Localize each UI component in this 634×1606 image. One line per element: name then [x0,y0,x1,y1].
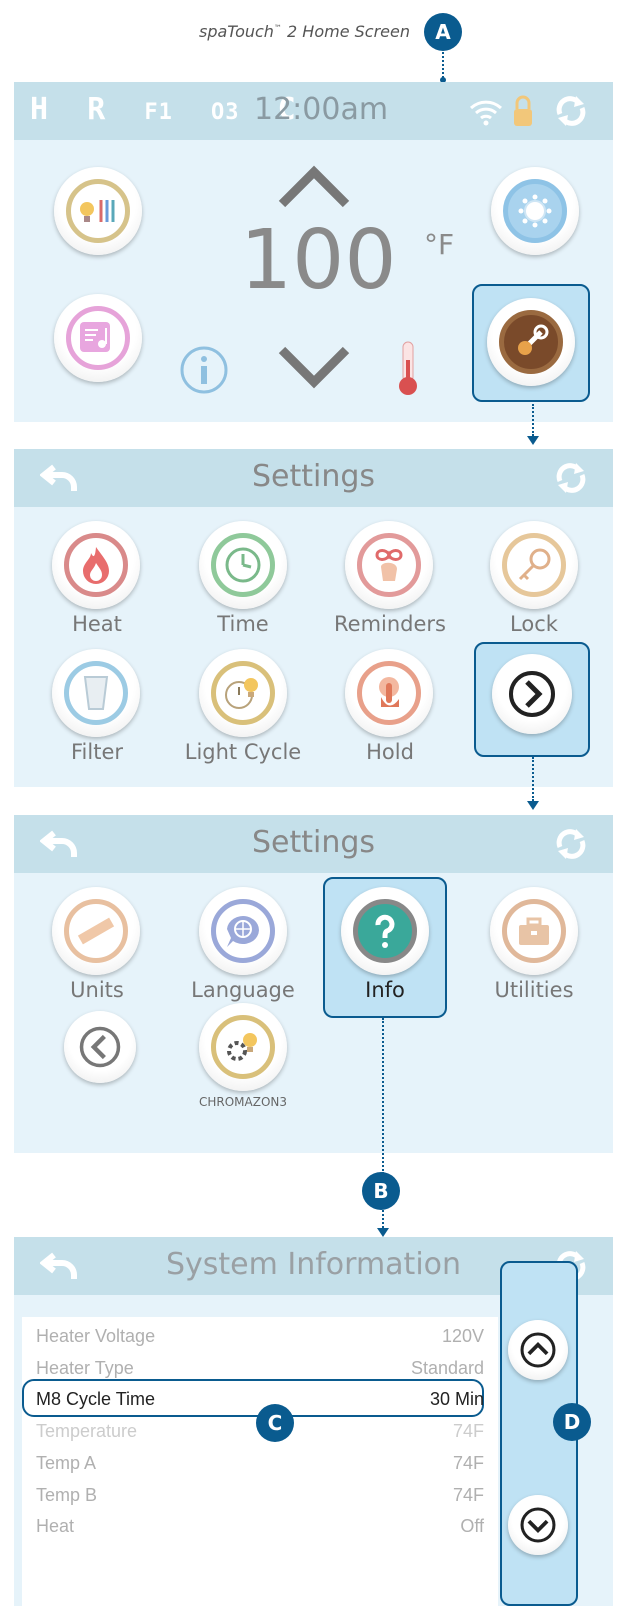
marker-a: A [424,13,462,51]
chevron-right-icon [509,671,555,717]
refresh-icon[interactable] [554,829,588,859]
flame-icon [83,547,109,584]
lock-label: Lock [510,612,558,636]
hold-button[interactable] [345,649,433,737]
refresh-icon[interactable] [554,463,588,493]
utilities-label: Utilities [494,978,574,1002]
light-cycle-label: Light Cycle [184,740,302,764]
thermometer-icon [399,341,417,395]
temp-down-button[interactable] [276,344,352,390]
list-item-selected: M8 Cycle Time 30 Min [36,1389,484,1409]
temp-up-button[interactable] [276,164,352,210]
clock-icon [225,547,261,583]
clock-time: 12:00am [254,92,389,127]
marker-c: C [256,1404,294,1442]
list-item: Heater Voltage 120V [36,1326,484,1346]
globe-icon [227,916,259,947]
marker-d: D [553,1403,591,1441]
connector-1-arrow [527,436,539,445]
filter-icon [83,676,109,710]
music-button[interactable] [54,294,142,382]
temperature-unit: °F [424,228,455,261]
filter-label: Filter [70,740,123,764]
list-item: Heat Off [36,1516,484,1536]
system-info-screen: System Information Heater Voltage 120V He… [14,1237,613,1606]
hold-icon [379,677,399,707]
chevron-up-icon [520,1332,556,1368]
temperature-display: 100 [240,213,397,308]
connector-4 [382,1210,384,1228]
time-button[interactable] [199,521,287,609]
jets-button[interactable] [491,167,579,255]
heat-button[interactable] [52,521,140,609]
utilities-button[interactable] [490,887,578,975]
lights-button[interactable] [54,167,142,255]
list-item: Temp A 74F [36,1453,484,1473]
lock-button[interactable] [490,521,578,609]
light-cycle-button[interactable] [199,649,287,737]
refresh-icon[interactable] [554,96,588,126]
connector-2 [532,757,534,801]
marker-b: B [362,1172,400,1210]
lock-icon[interactable] [512,94,534,128]
settings-2-title: Settings [251,825,376,860]
settings-button[interactable] [487,298,575,386]
info-button[interactable] [341,887,429,975]
key-icon [518,548,551,581]
filter-button[interactable] [52,649,140,737]
chevron-down-icon [520,1507,556,1543]
reminders-button[interactable] [345,521,433,609]
hold-label: Hold [366,740,414,764]
reminders-label: Reminders [334,612,446,636]
info-label: Info [365,978,405,1002]
language-label: Language [191,978,295,1002]
settings-1-title: Settings [251,459,376,494]
chromazone-icon [227,1033,257,1061]
heat-label: Heat [72,612,122,636]
lights-icon [80,200,115,222]
light-cycle-icon [225,678,258,709]
figure-caption: spaTouch™ 2 Home Screen [198,22,410,41]
units-label: Units [70,978,124,1002]
music-icon [80,322,110,352]
chevron-left-icon [79,1026,121,1068]
settings-page-1: Settings Heat Time Reminders Lock Filter… [14,449,613,787]
prev-page-button[interactable] [64,1011,136,1083]
language-button[interactable] [199,887,287,975]
chromazone-button[interactable] [199,1003,287,1091]
connector-2-arrow [527,801,539,810]
info-icon[interactable] [179,345,229,395]
settings-icon [518,324,549,355]
ruler-icon [77,917,115,945]
chromazone-label: CHROMAZON3 [198,1095,288,1109]
connector-4-arrow [377,1228,389,1237]
home-screen: H R F1 O3 C 12:00am 100 °F [14,82,613,422]
scroll-down-button[interactable] [508,1495,568,1555]
scroll-up-button[interactable] [508,1320,568,1380]
jets-icon [518,194,552,228]
marker-a-leader [442,52,444,78]
connector-1 [532,404,534,436]
reminder-icon [375,549,403,581]
list-item: Temp B 74F [36,1485,484,1505]
connector-3 [382,1018,384,1174]
time-label: Time [217,612,269,636]
toolbox-icon [519,917,549,945]
settings-page-2: Settings Units Language Info Utilities C… [14,815,613,1153]
list-item: Heater Type Standard [36,1358,484,1378]
question-icon [375,914,395,948]
next-page-button[interactable] [492,654,572,734]
wifi-icon [469,100,503,126]
units-button[interactable] [52,887,140,975]
